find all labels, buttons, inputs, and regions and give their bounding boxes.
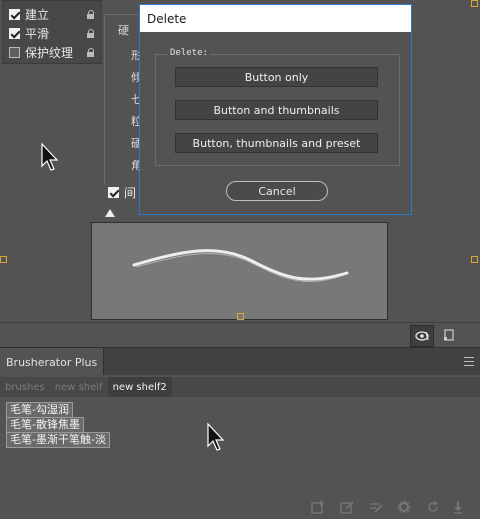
- dialog-title: Delete: [140, 5, 411, 32]
- shelf-tabs: brushes new shelf new shelf2: [0, 377, 480, 397]
- mouse-cursor-icon: [207, 422, 225, 451]
- settings-button[interactable]: [396, 499, 412, 515]
- spacing-slider-handle[interactable]: [105, 209, 115, 217]
- arrow-down-icon: [454, 501, 462, 514]
- option-label: 建立: [25, 7, 50, 22]
- lock-icon[interactable]: [87, 29, 95, 38]
- brusherator-panel-header: Brusherator Plus: [0, 347, 480, 376]
- refresh-button[interactable]: [425, 499, 441, 515]
- option-label: 平滑: [25, 26, 50, 41]
- cancel-button[interactable]: Cancel: [226, 181, 328, 201]
- new-document-icon: [444, 329, 454, 341]
- eye-icon: [415, 331, 429, 341]
- new-preset-button[interactable]: [438, 325, 460, 345]
- rename-icon: [370, 503, 383, 513]
- transform-handle[interactable]: [237, 313, 244, 320]
- group-label: Delete:: [168, 48, 210, 58]
- stroke-preview-graphic: [132, 249, 349, 282]
- checkbox-build-up[interactable]: [9, 8, 20, 20]
- shelf-tab-brushes[interactable]: brushes: [0, 382, 50, 393]
- refresh-icon: [428, 501, 438, 512]
- brush-button[interactable]: 毛笔-墨渐干笔触-淡: [6, 432, 110, 448]
- panel-menu-icon[interactable]: [464, 357, 474, 366]
- mouse-cursor-icon: [41, 142, 59, 171]
- gear-icon: [397, 500, 411, 514]
- brush-stroke-preview: [91, 222, 388, 320]
- delete-button-and-thumbnails[interactable]: Button and thumbnails: [175, 100, 378, 120]
- delete-button-thumbnails-and-preset[interactable]: Button, thumbnails and preset: [175, 133, 378, 153]
- spacing-label: 间: [124, 186, 137, 200]
- checkbox-protect-texture[interactable]: [9, 46, 20, 58]
- tab-brusherator[interactable]: Brusherator Plus: [0, 348, 105, 376]
- edit-brush-button[interactable]: [339, 499, 355, 515]
- lock-icon[interactable]: [87, 48, 95, 57]
- collapse-button[interactable]: [450, 499, 466, 515]
- option-label: 保护纹理: [25, 45, 74, 60]
- brush-options-panel: 建立 平滑 保护纹理: [2, 0, 102, 64]
- transform-handle[interactable]: [0, 256, 7, 263]
- add-brush-button[interactable]: [310, 499, 326, 515]
- brush-button[interactable]: 毛笔-勾湿润: [6, 402, 73, 418]
- delete-dialog: Delete Delete: Button only Button and th…: [139, 4, 412, 215]
- toggle-preview-button[interactable]: [410, 325, 434, 347]
- shelf-tab-new-shelf2[interactable]: new shelf2: [107, 377, 172, 397]
- spacing-option[interactable]: 间: [108, 184, 136, 201]
- option-protect-texture[interactable]: 保护纹理: [9, 43, 73, 61]
- brush-tip-settings: 形 倾 七 粒 硬 角: [104, 14, 143, 185]
- add-icon: [311, 500, 324, 514]
- panel-divider: [0, 322, 480, 323]
- brush-button[interactable]: 毛笔-散锋焦墨: [6, 417, 84, 433]
- edit-icon: [340, 501, 354, 514]
- checkbox-smoothing[interactable]: [9, 27, 20, 39]
- lock-icon[interactable]: [87, 10, 95, 19]
- option-smoothing[interactable]: 平滑: [9, 24, 49, 42]
- shelf-tab-new-shelf[interactable]: new shelf: [50, 382, 108, 393]
- checkbox-spacing[interactable]: [108, 187, 119, 198]
- delete-button-only[interactable]: Button only: [175, 67, 378, 87]
- transform-handle[interactable]: [471, 256, 478, 263]
- rename-button[interactable]: [368, 499, 384, 515]
- option-build-up[interactable]: 建立: [9, 5, 49, 23]
- transform-handle[interactable]: [471, 0, 478, 7]
